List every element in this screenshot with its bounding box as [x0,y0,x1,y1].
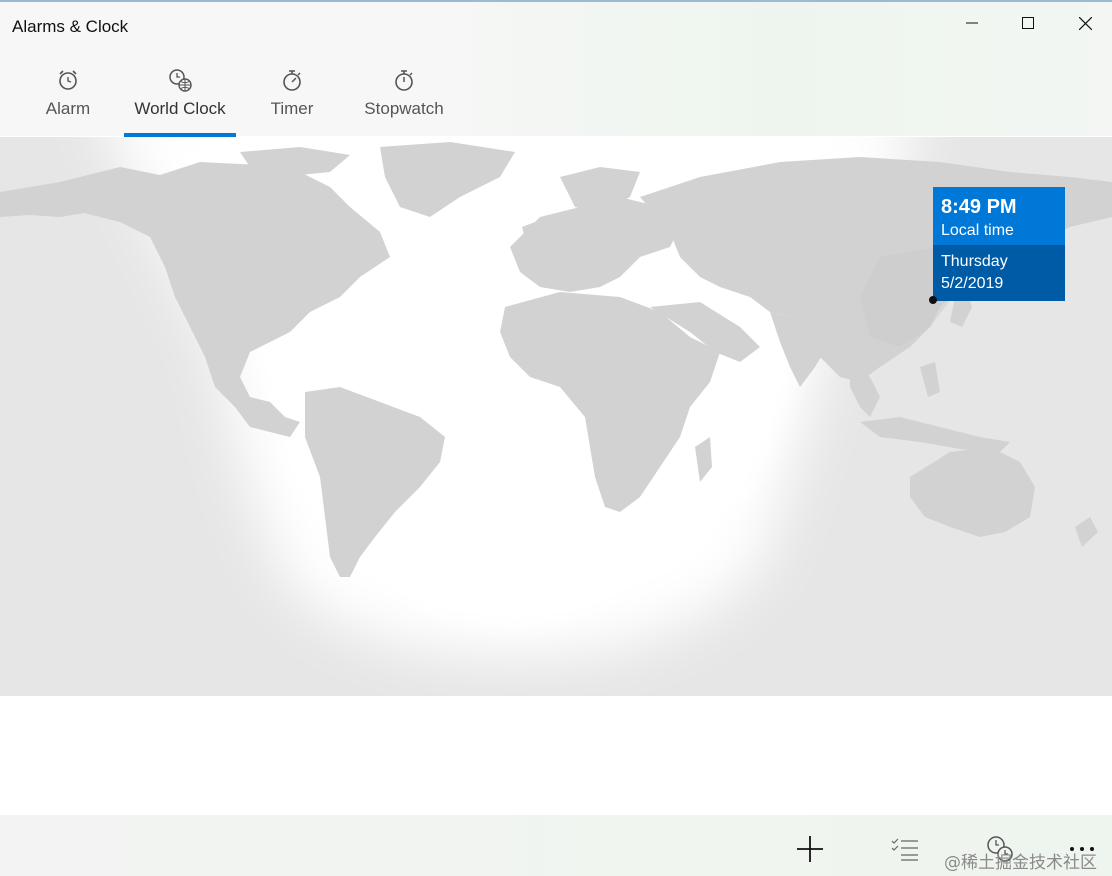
app-header: Alarms & Clock Alarm World Clock Timer S… [0,2,1112,138]
tab-label: Stopwatch [364,99,444,118]
world-clock-icon [169,69,192,92]
close-icon [1078,16,1092,30]
tab-label: Alarm [45,99,91,118]
tab-alarm[interactable]: Alarm [12,57,124,138]
local-time: 8:49 PM [941,196,1017,218]
local-time-card[interactable]: 8:49 PM Local time Thursday 5/2/2019 [933,187,1065,301]
alarm-clock-icon [59,70,77,90]
local-time-card-header: 8:49 PM Local time [933,187,1065,245]
tab-label: Timer [270,99,314,118]
location-pin[interactable] [929,296,937,304]
select-list-icon [891,838,918,861]
maximize-button[interactable] [1000,2,1056,44]
timer-icon [283,70,301,91]
stopwatch-icon [395,70,413,91]
close-button[interactable] [1057,2,1112,44]
watermark: @稀土掘金技术社区 [944,853,1097,873]
maximize-icon [1022,17,1034,29]
local-date: 5/2/2019 [941,275,1004,292]
tab-world-clock[interactable]: World Clock [124,57,236,138]
minimize-icon [966,22,978,24]
add-icon [797,836,823,862]
local-time-label: Local time [941,222,1014,239]
select-button[interactable] [881,829,929,869]
tab-label: World Clock [134,99,226,118]
tab-stopwatch[interactable]: Stopwatch [348,57,460,138]
add-city-button[interactable] [786,829,834,869]
local-date-section: Thursday 5/2/2019 [933,245,1065,301]
tab-timer[interactable]: Timer [236,57,348,138]
minimize-button[interactable] [944,2,1000,44]
window-title: Alarms & Clock [12,17,129,36]
local-day: Thursday [941,253,1008,270]
